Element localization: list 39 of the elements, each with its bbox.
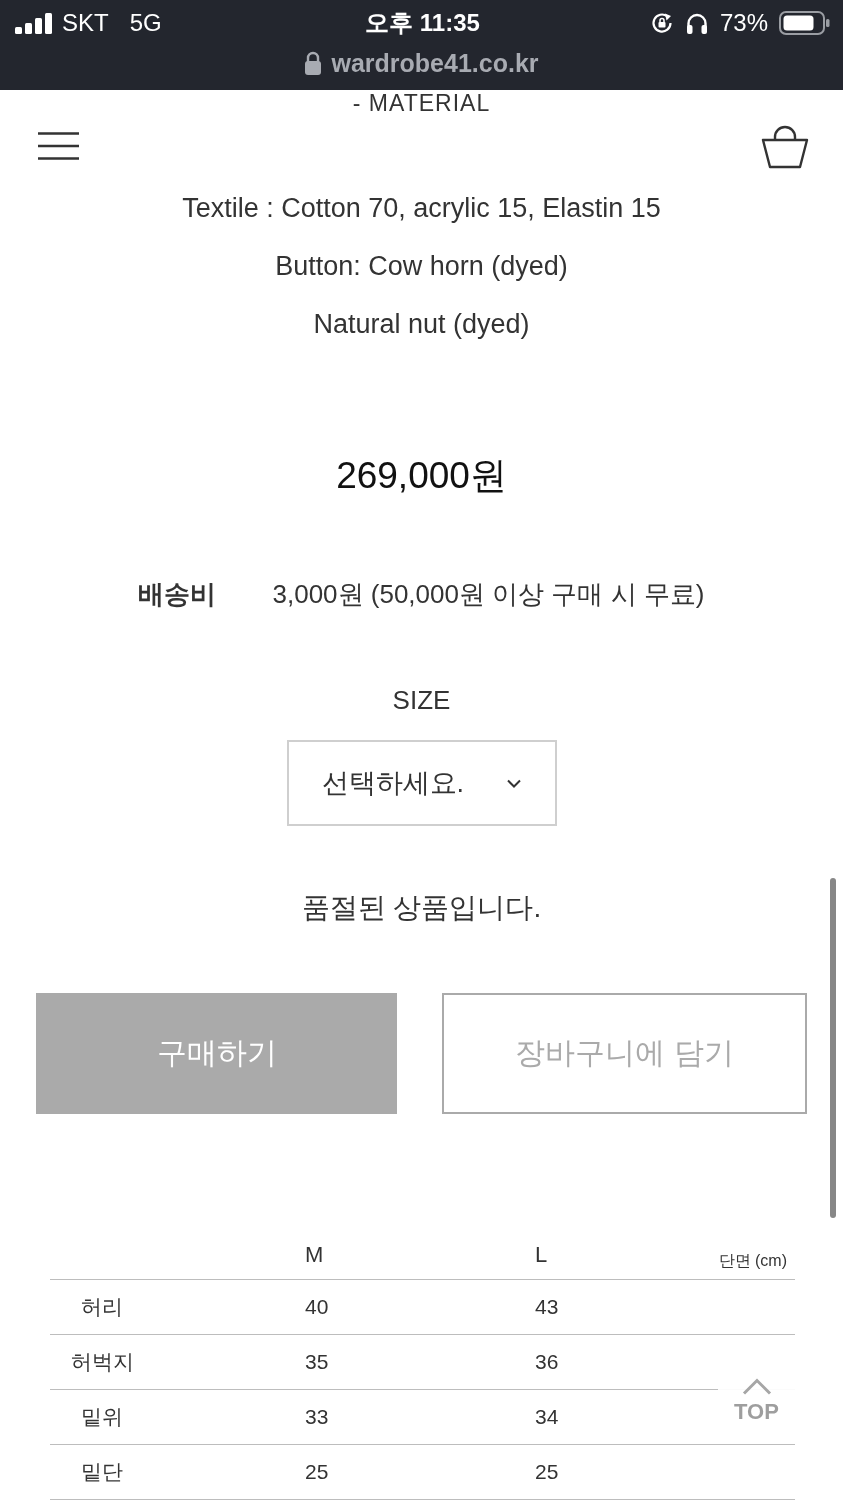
carrier-label: SKT bbox=[62, 9, 109, 37]
headphones-icon bbox=[684, 11, 709, 35]
url-text[interactable]: wardrobe41.co.kr bbox=[331, 48, 539, 78]
menu-icon[interactable] bbox=[38, 132, 79, 160]
rotation-lock-icon bbox=[649, 11, 674, 35]
option-label: SIZE bbox=[392, 684, 451, 716]
price-text: 269,000원 bbox=[336, 454, 507, 498]
network-label: 5G bbox=[129, 9, 162, 37]
basket-icon[interactable] bbox=[761, 123, 809, 169]
sold-out-notice: 품절된 상품입니다. bbox=[301, 891, 542, 925]
row-label: 허리 bbox=[81, 1295, 123, 1318]
row-label: 밑단 bbox=[81, 1460, 123, 1483]
battery-icon bbox=[779, 11, 830, 35]
signal-icon bbox=[15, 12, 52, 34]
table-cell: 35 bbox=[305, 1350, 329, 1373]
chevron-down-icon bbox=[506, 778, 521, 788]
material-text: Natural nut (dyed) bbox=[313, 308, 530, 340]
column-header: L bbox=[535, 1242, 548, 1267]
row-label: 밑위 bbox=[81, 1405, 123, 1428]
unit-note: 단면 (cm) bbox=[718, 1252, 787, 1269]
shipping-fee-text: 3,000원 (50,000원 이상 구매 시 무료) bbox=[272, 578, 705, 610]
table-cell: 43 bbox=[535, 1295, 559, 1318]
clock-time: 오후 11:35 bbox=[365, 9, 480, 36]
material-text: Button: Cow horn (dyed) bbox=[275, 250, 568, 282]
table-cell: 33 bbox=[305, 1405, 329, 1428]
chevron-up-icon bbox=[741, 1378, 772, 1395]
table-cell: 34 bbox=[535, 1405, 559, 1428]
section-heading: - MATERIAL bbox=[352, 90, 491, 116]
row-label: 허벅지 bbox=[70, 1350, 134, 1373]
table-cell: 25 bbox=[305, 1460, 329, 1483]
table-cell: 25 bbox=[535, 1460, 559, 1483]
column-header: M bbox=[305, 1242, 324, 1267]
table-cell: 40 bbox=[305, 1295, 329, 1318]
battery-percent: 73% bbox=[719, 9, 768, 37]
material-text: Textile : Cotton 70, acrylic 15, Elastin 15 bbox=[182, 192, 661, 224]
lock-icon bbox=[304, 51, 323, 75]
table-cell: 36 bbox=[535, 1350, 559, 1373]
size-dropdown[interactable]: 선택하세요. bbox=[286, 740, 557, 826]
shipping-label: 배송비 bbox=[138, 578, 217, 610]
